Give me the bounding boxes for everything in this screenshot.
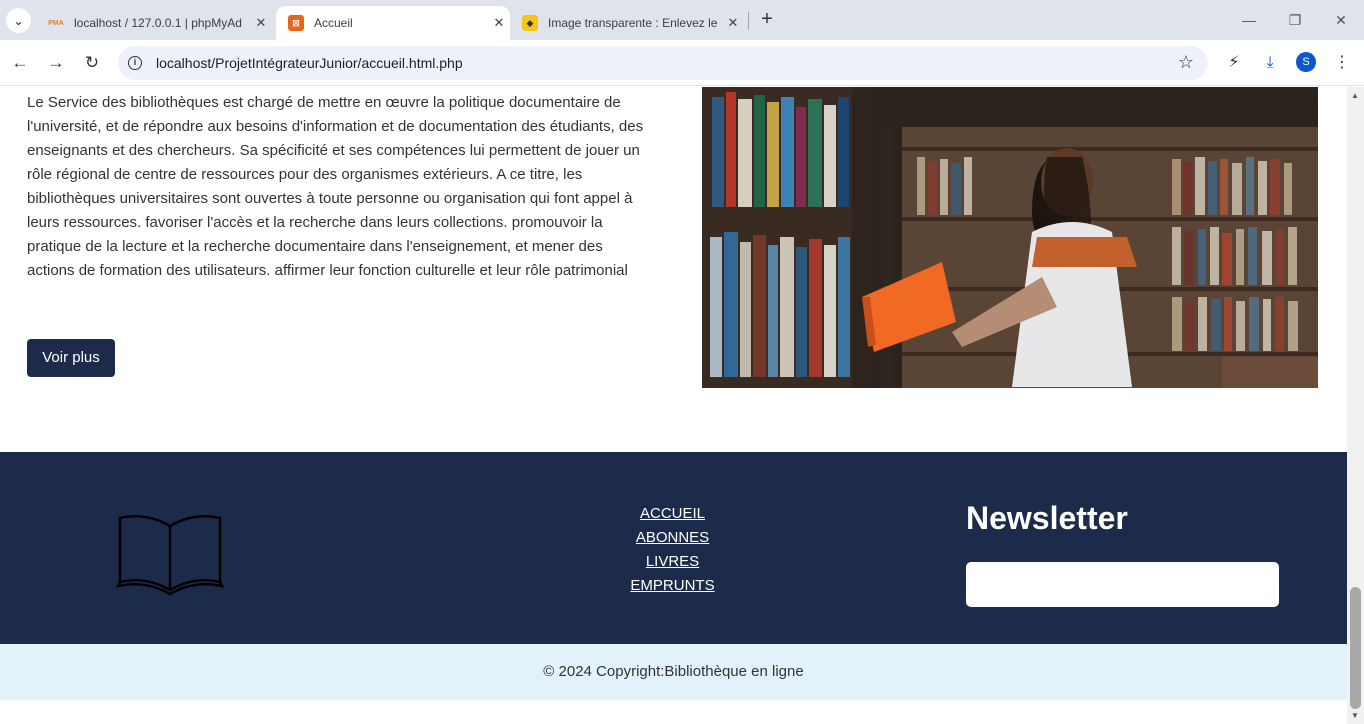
tab-separator bbox=[748, 12, 749, 30]
close-icon[interactable]: ✕ bbox=[250, 15, 272, 31]
close-icon[interactable]: ✕ bbox=[488, 15, 510, 31]
copyright-bar: © 2024 Copyright:Bibliothèque en ligne bbox=[0, 644, 1347, 700]
voir-plus-button[interactable]: Voir plus bbox=[27, 339, 115, 377]
newsletter-email-input[interactable] bbox=[966, 562, 1279, 607]
tab-accueil[interactable]: ⊠ Accueil ✕ bbox=[276, 6, 510, 40]
back-arrow-icon[interactable]: ← bbox=[7, 50, 33, 76]
restore-icon[interactable]: ❐ bbox=[1272, 8, 1318, 32]
library-photo bbox=[702, 87, 1318, 388]
performance-icon[interactable]: ⚡ bbox=[1223, 52, 1245, 74]
scroll-down-arrow-icon[interactable]: ▼ bbox=[1351, 711, 1359, 720]
tab-removebg[interactable]: ◆ Image transparente : Enlevez le ✕ bbox=[510, 6, 744, 40]
address-bar[interactable]: i localhost/ProjetIntégrateurJunior/accu… bbox=[118, 46, 1208, 80]
site-info-icon[interactable]: i bbox=[128, 56, 142, 70]
tab-phpmyadmin[interactable]: PMA localhost / 127.0.0.1 | phpMyAd ✕ bbox=[36, 6, 272, 40]
scrollbar-thumb[interactable] bbox=[1350, 587, 1361, 709]
footer-link-abonnes[interactable]: ABONNES bbox=[600, 526, 745, 550]
reload-icon[interactable]: ↻ bbox=[79, 50, 105, 76]
tab-title: Image transparente : Enlevez le bbox=[548, 16, 718, 30]
tab-search-chevron-icon[interactable]: ⌄ bbox=[6, 8, 31, 33]
footer-link-emprunts[interactable]: EMPRUNTS bbox=[600, 574, 745, 598]
browser-toolbar: ← → ↻ i localhost/ProjetIntégrateurJunio… bbox=[0, 40, 1364, 86]
footer-nav: ACCUEIL ABONNES LIVRES EMPRUNTS bbox=[600, 502, 745, 598]
newsletter-title: Newsletter bbox=[966, 500, 1128, 536]
forward-arrow-icon[interactable]: → bbox=[43, 50, 69, 76]
footer-link-accueil[interactable]: ACCUEIL bbox=[600, 502, 745, 526]
removebg-icon: ◆ bbox=[522, 15, 538, 31]
url-text[interactable]: localhost/ProjetIntégrateurJunior/accuei… bbox=[156, 55, 463, 71]
tab-strip: ⌄ PMA localhost / 127.0.0.1 | phpMyAd ✕ … bbox=[0, 0, 1364, 40]
page-viewport: Le Service des bibliothèques est chargé … bbox=[0, 87, 1347, 724]
window-close-icon[interactable]: ✕ bbox=[1318, 8, 1364, 32]
xampp-icon: ⊠ bbox=[288, 15, 304, 31]
profile-avatar[interactable]: S bbox=[1296, 52, 1316, 72]
minimize-icon[interactable]: — bbox=[1226, 8, 1272, 32]
pma-icon: PMA bbox=[48, 19, 64, 27]
bookmark-star-icon[interactable]: ☆ bbox=[1178, 52, 1194, 73]
new-tab-plus-icon[interactable]: + bbox=[756, 8, 778, 32]
footer-link-livres[interactable]: LIVRES bbox=[600, 550, 745, 574]
site-footer: ACCUEIL ABONNES LIVRES EMPRUNTS Newslett… bbox=[0, 452, 1347, 644]
scroll-up-arrow-icon[interactable]: ▲ bbox=[1351, 91, 1359, 100]
download-icon[interactable]: ⤓ bbox=[1259, 52, 1281, 74]
tab-title: localhost / 127.0.0.1 | phpMyAd bbox=[74, 16, 242, 30]
open-book-icon bbox=[115, 512, 225, 601]
close-icon[interactable]: ✕ bbox=[722, 15, 744, 31]
library-description: Le Service des bibliothèques est chargé … bbox=[27, 94, 644, 279]
tab-title: Accueil bbox=[314, 16, 353, 30]
menu-kebab-icon[interactable]: ⋮ bbox=[1331, 52, 1353, 74]
page-scrollbar[interactable]: ▲ ▼ bbox=[1347, 87, 1364, 724]
